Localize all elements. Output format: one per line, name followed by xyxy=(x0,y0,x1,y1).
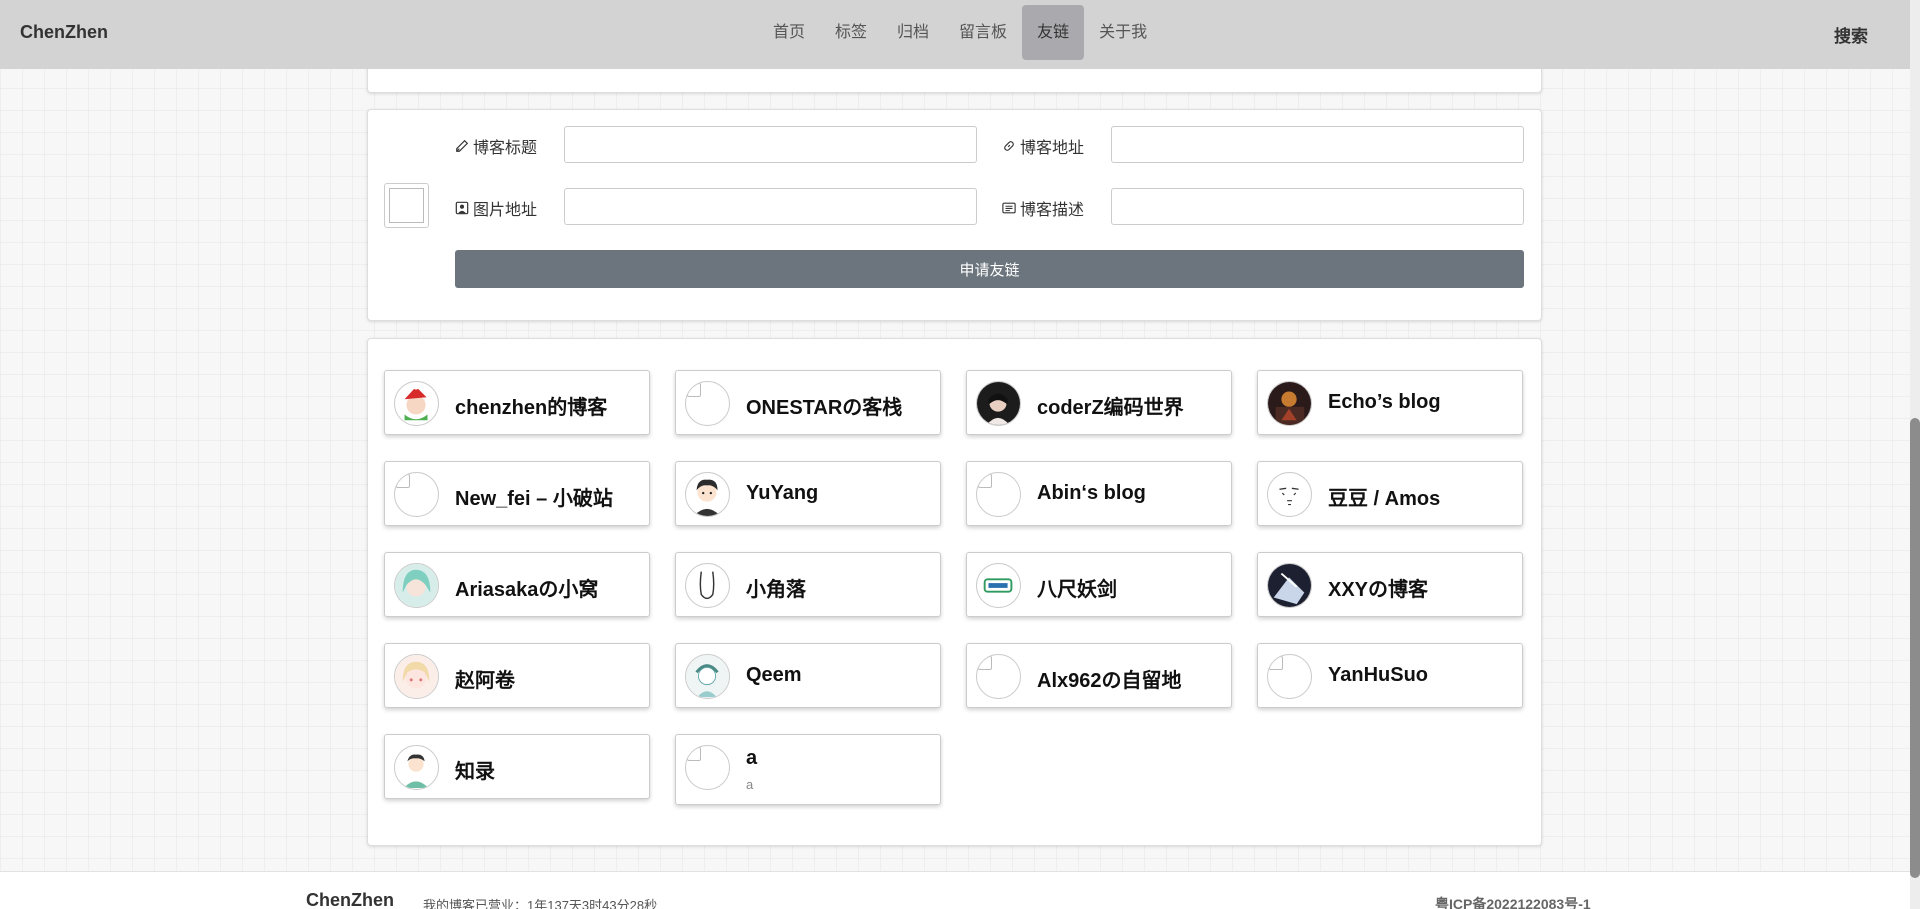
nav-item-tags[interactable]: 标签 xyxy=(820,5,882,60)
nav-item-archive[interactable]: 归档 xyxy=(882,5,944,60)
dark-portrait-avatar xyxy=(976,381,1021,426)
friend-link-item[interactable]: YuYang xyxy=(675,461,941,526)
friend-link-title: YuYang xyxy=(746,482,819,504)
footer-brand: ChenZhen xyxy=(306,890,394,909)
footer: ChenZhen 我的博客已营业：1年137天3时43分28秒 粤ICP备202… xyxy=(0,871,1910,909)
line-art-avatar xyxy=(685,563,730,608)
image-url-label: 图片地址 xyxy=(455,196,537,220)
portrait-icon xyxy=(455,201,469,215)
friend-link-item[interactable]: a a xyxy=(675,734,941,805)
logo-badge-avatar xyxy=(976,563,1021,608)
friend-link-item[interactable]: 八尺妖剑 xyxy=(966,552,1232,617)
friend-link-title: 八尺妖剑 xyxy=(1037,579,1117,601)
top-navbar: ChenZhen 首页 标签 归档 留言板 友链 关于我 搜索 xyxy=(0,0,1920,69)
apply-friend-link-button[interactable]: 申请友链 xyxy=(455,250,1524,288)
cartoon-boy-avatar xyxy=(685,472,730,517)
blog-desc-input[interactable] xyxy=(1111,188,1524,225)
broken-image-avatar xyxy=(976,654,1021,699)
broken-image-avatar xyxy=(976,472,1021,517)
nav-item-guestbook[interactable]: 留言板 xyxy=(944,5,1022,60)
friend-link-desc: a xyxy=(746,777,754,792)
broken-image-avatar xyxy=(685,381,730,426)
friend-link-title: 豆豆 / Amos xyxy=(1328,488,1441,510)
friend-link-title: 小角落 xyxy=(746,579,806,601)
blog-address-label-text: 博客地址 xyxy=(1020,140,1085,157)
friend-link-title: 赵阿卷 xyxy=(455,670,515,692)
image-url-input[interactable] xyxy=(564,188,977,225)
site-brand[interactable]: ChenZhen xyxy=(20,22,108,43)
sketch-face-avatar xyxy=(1267,472,1312,517)
friend-link-title: Ariasakaの小窝 xyxy=(455,579,599,601)
nav-item-friend-links[interactable]: 友链 xyxy=(1022,5,1085,60)
avatar-preview xyxy=(384,183,429,228)
friend-link-title: New_fei – 小破站 xyxy=(455,488,613,510)
cartoon-person-avatar xyxy=(394,745,439,790)
friend-link-title: YanHuSuo xyxy=(1328,664,1429,686)
friend-link-item[interactable]: 赵阿卷 xyxy=(384,643,650,708)
friend-link-item[interactable]: Qeem xyxy=(675,643,941,708)
friend-link-item[interactable]: 知录 xyxy=(384,734,650,799)
apply-form-card: 博客标题 博客地址 图片地址 博客描述 申请友链 xyxy=(367,109,1542,321)
friend-link-title: Echo’s blog xyxy=(1328,391,1441,413)
friend-link-title: Abin‘s blog xyxy=(1037,482,1146,504)
friend-link-item[interactable]: 小角落 xyxy=(675,552,941,617)
blog-title-label-text: 博客标题 xyxy=(473,140,538,157)
broken-image-avatar xyxy=(685,745,730,790)
link-icon xyxy=(1004,141,1014,151)
friend-link-title: a xyxy=(746,747,758,769)
dark-anime-avatar xyxy=(1267,563,1312,608)
icp-link[interactable]: 粤ICP备2022122083号-1 xyxy=(1435,894,1591,909)
friend-link-item[interactable]: ONESTARの客栈 xyxy=(675,370,941,435)
friend-link-title: 知录 xyxy=(455,761,495,783)
friend-link-item[interactable]: coderZ编码世界 xyxy=(966,370,1232,435)
friend-link-title: XXYの博客 xyxy=(1328,579,1429,601)
santa-character-avatar xyxy=(394,381,439,426)
nav-item-about[interactable]: 关于我 xyxy=(1084,5,1162,60)
friend-link-item[interactable]: Abin‘s blog xyxy=(966,461,1232,526)
friend-links-card: chenzhen的博客 ONESTARの客栈 coderZ编码世界 Echo’s… xyxy=(367,338,1542,846)
blog-desc-label-text: 博客描述 xyxy=(1020,202,1085,219)
friend-link-item[interactable]: chenzhen的博客 xyxy=(384,370,650,435)
night-scene-avatar xyxy=(1267,381,1312,426)
friend-link-item[interactable]: Ariasakaの小窝 xyxy=(384,552,650,617)
pen-icon xyxy=(456,139,469,152)
friend-link-title: Qeem xyxy=(746,664,802,686)
scrollbar-thumb[interactable] xyxy=(1910,418,1920,878)
blog-desc-label: 博客描述 xyxy=(1002,196,1084,220)
blog-title-input[interactable] xyxy=(564,126,977,163)
friend-link-item[interactable]: New_fei – 小破站 xyxy=(384,461,650,526)
friend-link-item[interactable]: 豆豆 / Amos xyxy=(1257,461,1523,526)
friend-link-item[interactable]: Alx962の自留地 xyxy=(966,643,1232,708)
uptime-text: 我的博客已营业：1年137天3时43分28秒 xyxy=(423,898,658,909)
friend-link-item[interactable]: XXYの博客 xyxy=(1257,552,1523,617)
friend-link-title: ONESTARの客栈 xyxy=(746,397,903,419)
friend-link-title: coderZ编码世界 xyxy=(1037,397,1184,419)
friend-link-item[interactable]: YanHuSuo xyxy=(1257,643,1523,708)
blog-address-label: 博客地址 xyxy=(1002,134,1084,158)
text-lines-icon xyxy=(1002,202,1016,214)
blog-address-input[interactable] xyxy=(1111,126,1524,163)
search-button[interactable]: 搜索 xyxy=(1834,22,1868,47)
image-url-label-text: 图片地址 xyxy=(473,202,538,219)
teal-character-avatar xyxy=(685,654,730,699)
nav-item-home[interactable]: 首页 xyxy=(758,5,820,60)
friend-link-title: chenzhen的博客 xyxy=(455,397,608,419)
nav-menu: 首页 标签 归档 留言板 友链 关于我 xyxy=(758,5,1162,60)
broken-image-avatar xyxy=(394,472,439,517)
friend-link-title: Alx962の自留地 xyxy=(1037,670,1182,692)
blog-title-label: 博客标题 xyxy=(455,134,537,158)
pink-anime-avatar xyxy=(394,654,439,699)
friend-link-item[interactable]: Echo’s blog xyxy=(1257,370,1523,435)
broken-image-avatar xyxy=(1267,654,1312,699)
anime-girl-avatar xyxy=(394,563,439,608)
